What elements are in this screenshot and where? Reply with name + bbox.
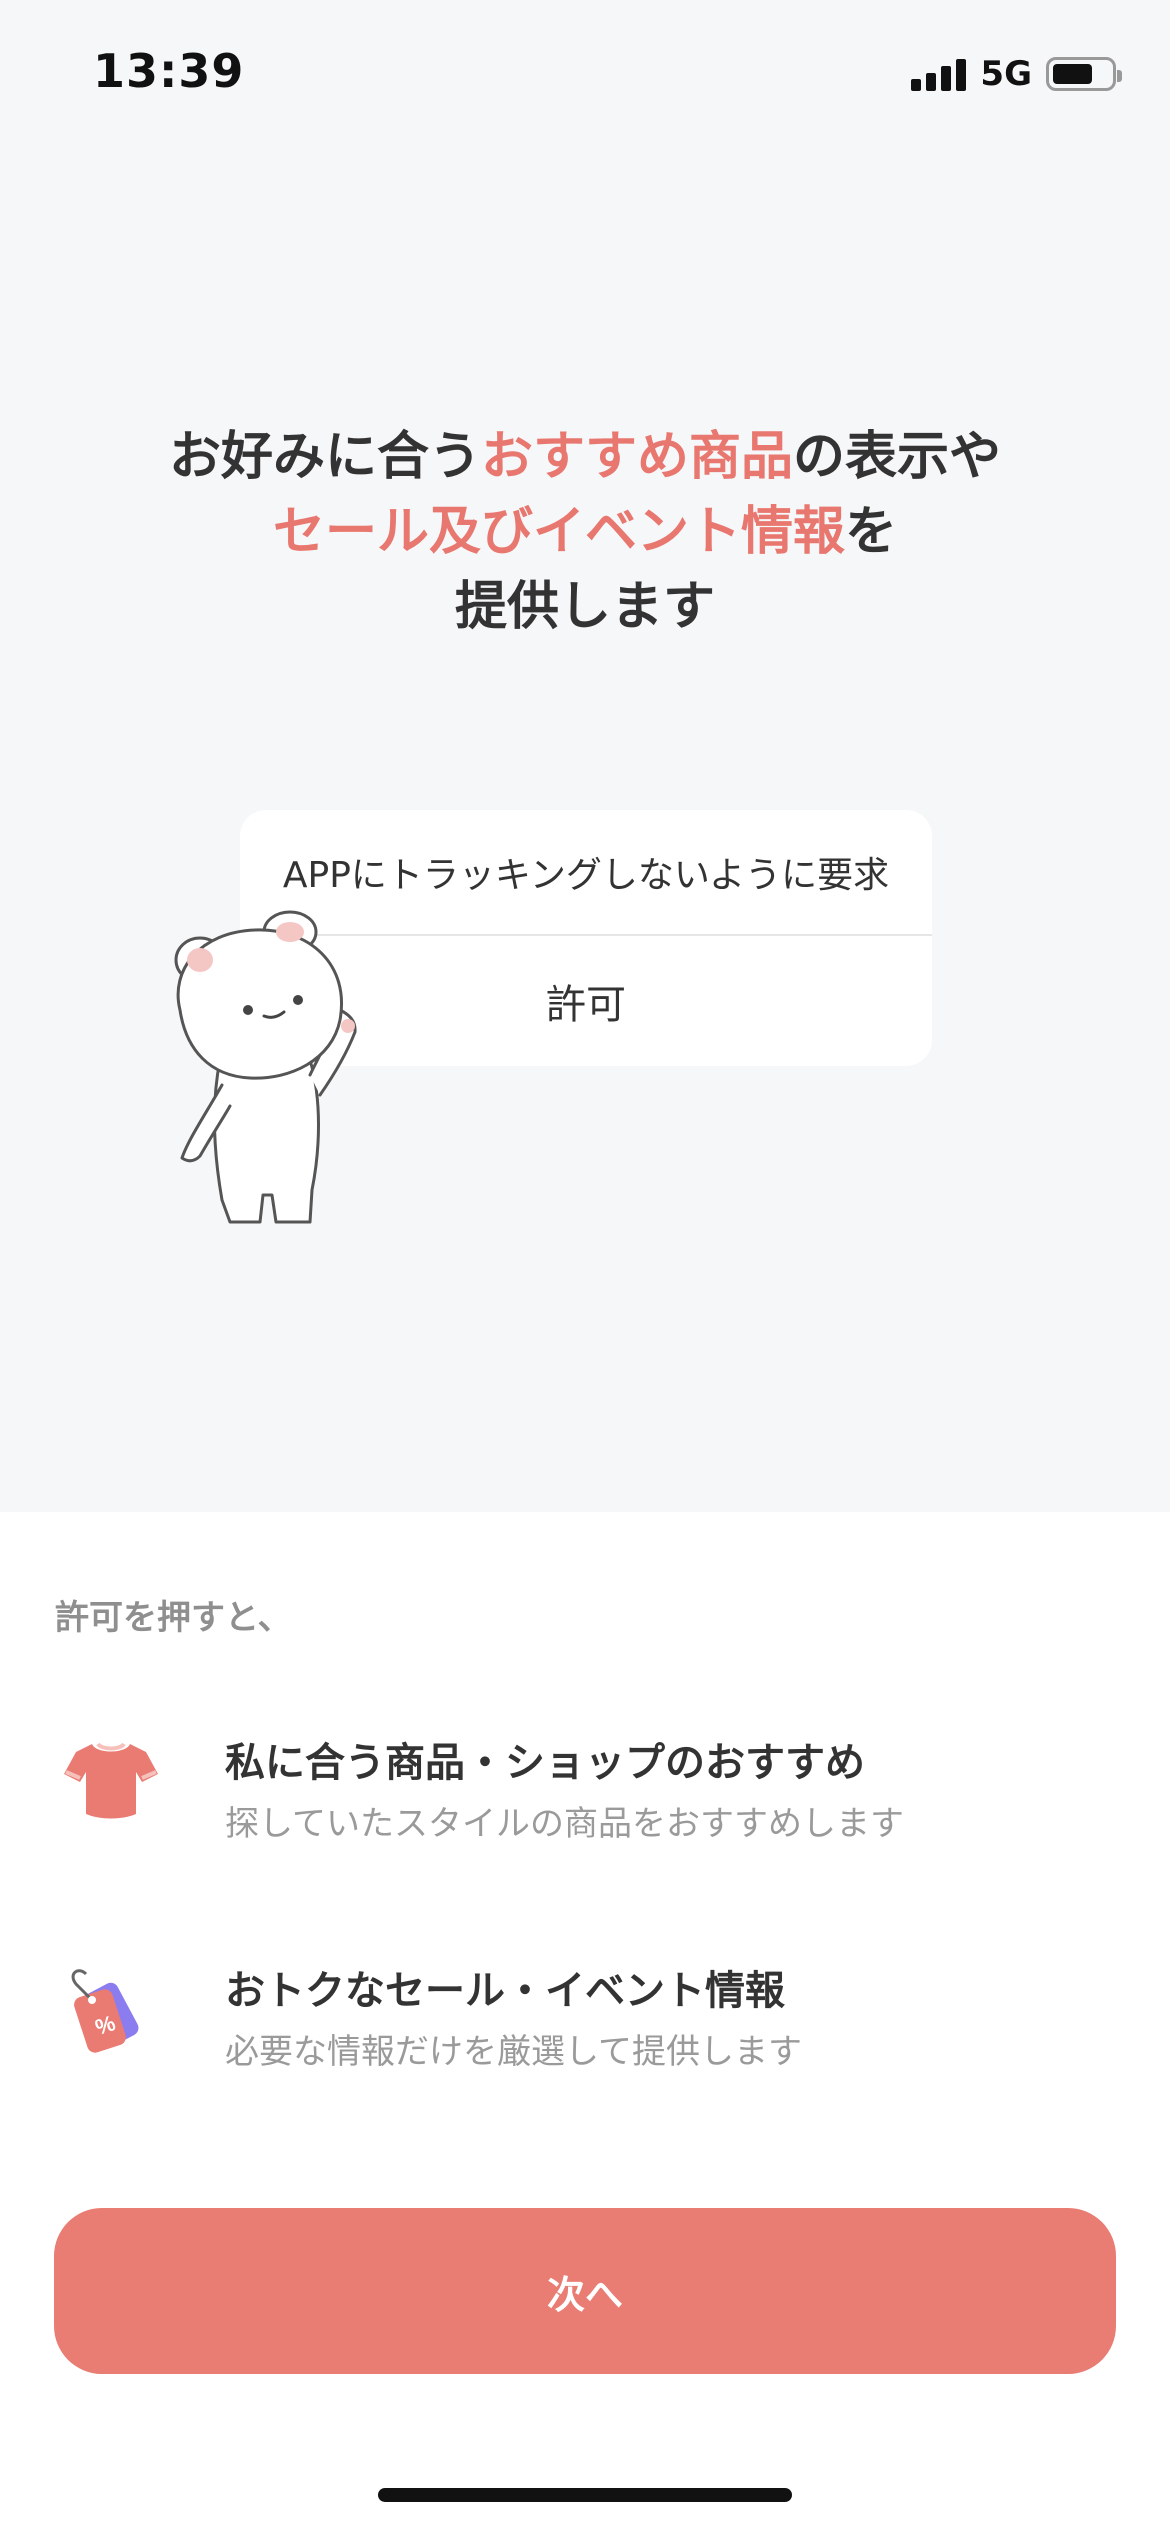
headline-text: 提供します: [454, 577, 715, 637]
feature-description: 必要な情報だけを厳選して提供します: [225, 2032, 802, 2072]
shirt-icon: [64, 1742, 158, 1819]
top-area: [0, 0, 1170, 1512]
signal-icon: [911, 57, 967, 91]
headline-accent-sale: セール及びイベント情報: [272, 502, 845, 562]
network-type: 5G: [980, 54, 1032, 94]
status-bar-right: 5G: [911, 52, 1122, 96]
home-indicator[interactable]: [378, 2488, 792, 2502]
status-time: 13:39: [93, 44, 245, 98]
price-tag-icon: %: [71, 1969, 139, 2053]
bear-mascot-icon: [174, 910, 357, 1224]
headline-accent-recommended: おすすめ商品: [480, 427, 793, 487]
headline: お好みに合うおすすめ商品の表示や セール及びイベント情報を 提供します: [0, 420, 1170, 645]
feature-title: おトクなセール・イベント情報: [225, 1968, 785, 2014]
intro-text: 許可を押すと、: [55, 1598, 292, 1638]
feature-title: 私に合う商品・ショップのおすすめ: [225, 1740, 865, 1786]
headline-text: お好みに合う: [168, 427, 481, 487]
next-button[interactable]: 次へ: [54, 2208, 1116, 2374]
feature-description: 探していたスタイルの商品をおすすめします: [225, 1804, 904, 1844]
battery-level: [1053, 64, 1093, 84]
headline-text: の表示や: [793, 427, 1002, 487]
headline-text: を: [845, 502, 898, 562]
battery-icon: [1046, 57, 1122, 91]
